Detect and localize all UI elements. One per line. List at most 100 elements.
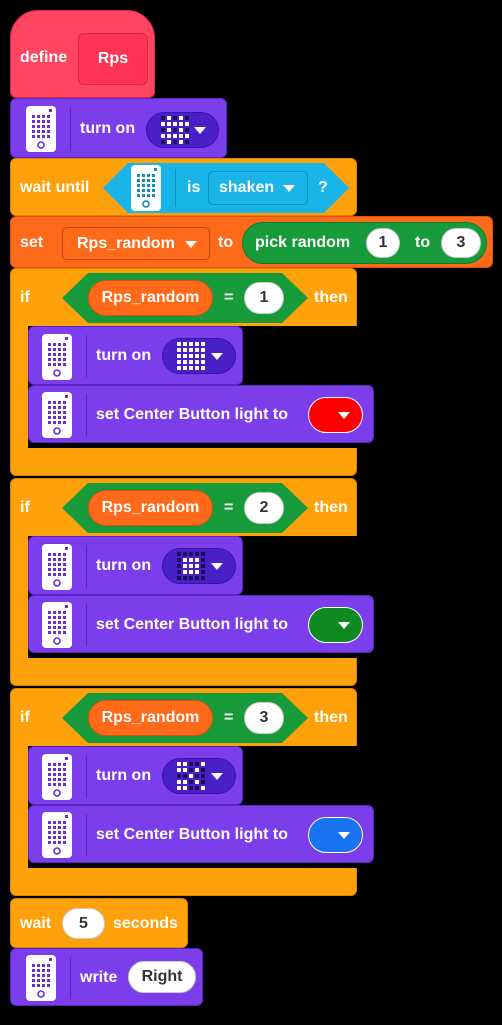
matrix-pixel bbox=[189, 366, 193, 370]
matrix-image bbox=[177, 762, 205, 790]
matrix-pixel bbox=[173, 140, 177, 144]
wait-until-block[interactable]: wait until is shaken ? bbox=[10, 158, 357, 216]
is-label: is bbox=[187, 179, 201, 196]
matrix-pixel bbox=[183, 786, 187, 790]
matrix-pixel bbox=[183, 576, 187, 580]
equals-operator[interactable]: Rps_random = 1 bbox=[62, 273, 308, 323]
matrix-pixel bbox=[189, 348, 193, 352]
gesture-dropdown[interactable]: shaken bbox=[208, 171, 308, 205]
matrix-pixel bbox=[173, 116, 177, 120]
matrix-pixel bbox=[189, 780, 193, 784]
equals-operator[interactable]: Rps_random = 2 bbox=[62, 483, 308, 533]
set-center-light-block[interactable]: set Center Button light to bbox=[28, 385, 374, 443]
procedure-name[interactable]: Rps bbox=[78, 33, 148, 85]
matrix-pixel bbox=[161, 134, 165, 138]
write-text-input[interactable]: Right bbox=[128, 961, 196, 993]
matrix-pixel bbox=[183, 366, 187, 370]
turn-on-block[interactable]: turn on bbox=[28, 746, 243, 805]
matrix-pixel bbox=[173, 128, 177, 132]
divider bbox=[70, 957, 71, 999]
set-center-light-block[interactable]: set Center Button light to bbox=[28, 595, 374, 653]
pick-random-block[interactable]: pick random 1 to 3 bbox=[242, 222, 487, 264]
matrix-pixel bbox=[185, 128, 189, 132]
matrix-pixel bbox=[183, 552, 187, 556]
seconds-input[interactable]: 5 bbox=[62, 908, 105, 939]
matrix-dropdown[interactable] bbox=[146, 112, 219, 148]
chevron-down-icon bbox=[283, 185, 295, 192]
compare-value-input[interactable]: 1 bbox=[244, 282, 284, 314]
if-header[interactable]: if Rps_random = 3 then bbox=[10, 688, 357, 746]
matrix-pixel bbox=[195, 762, 199, 766]
matrix-pixel bbox=[183, 762, 187, 766]
equals-sign: = bbox=[224, 289, 234, 306]
define-label: define bbox=[20, 49, 68, 66]
compare-value-input[interactable]: 3 bbox=[244, 702, 284, 734]
chevron-down-icon bbox=[211, 353, 223, 360]
matrix-pixel bbox=[195, 354, 199, 358]
chevron-down-icon bbox=[211, 563, 223, 570]
matrix-pixel bbox=[161, 140, 165, 144]
if-header[interactable]: if Rps_random = 2 then bbox=[10, 478, 357, 536]
equals-operator[interactable]: Rps_random = 3 bbox=[62, 693, 308, 743]
turn-on-block[interactable]: turn on bbox=[28, 536, 243, 595]
color-dropdown[interactable] bbox=[308, 817, 363, 853]
matrix-pixel bbox=[189, 552, 193, 556]
matrix-pixel bbox=[183, 342, 187, 346]
set-label: set bbox=[20, 234, 44, 251]
chevron-down-icon bbox=[338, 622, 350, 629]
write-block[interactable]: write Right bbox=[10, 948, 203, 1006]
matrix-pixel bbox=[201, 564, 205, 568]
matrix-pixel bbox=[201, 354, 205, 358]
color-dropdown[interactable] bbox=[308, 397, 363, 433]
matrix-pixel bbox=[195, 774, 199, 778]
matrix-pixel bbox=[185, 134, 189, 138]
matrix-pixel bbox=[185, 122, 189, 126]
matrix-pixel bbox=[173, 134, 177, 138]
write-label: write bbox=[80, 969, 118, 986]
divider bbox=[70, 107, 71, 151]
matrix-pixel bbox=[195, 780, 199, 784]
define-block[interactable]: define Rps bbox=[10, 10, 155, 98]
variable-reporter[interactable]: Rps_random bbox=[88, 490, 213, 526]
turn-on-block[interactable]: turn on bbox=[28, 326, 243, 385]
matrix-pixel bbox=[189, 342, 193, 346]
hub-icon bbox=[42, 334, 72, 380]
if-header[interactable]: if Rps_random = 1 then bbox=[10, 268, 357, 326]
random-min-input[interactable]: 1 bbox=[366, 228, 400, 258]
pick-random-label: pick random bbox=[255, 234, 351, 251]
set-variable-block[interactable]: set Rps_random to pick random 1 to 3 bbox=[10, 216, 493, 268]
matrix-pixel bbox=[195, 366, 199, 370]
matrix-dropdown[interactable] bbox=[162, 758, 236, 794]
divider bbox=[86, 814, 87, 856]
if-label: if bbox=[20, 709, 30, 726]
divider bbox=[86, 335, 87, 378]
set-center-light-block[interactable]: set Center Button light to bbox=[28, 805, 374, 863]
if-footer bbox=[10, 448, 357, 476]
color-dropdown[interactable] bbox=[308, 607, 363, 643]
matrix-pixel bbox=[177, 564, 181, 568]
variable-dropdown[interactable]: Rps_random bbox=[62, 227, 210, 260]
matrix-pixel bbox=[189, 570, 193, 574]
matrix-pixel bbox=[183, 348, 187, 352]
matrix-pixel bbox=[195, 564, 199, 568]
matrix-pixel bbox=[177, 348, 181, 352]
variable-reporter[interactable]: Rps_random bbox=[88, 700, 213, 736]
matrix-pixel bbox=[161, 122, 165, 126]
compare-value-input[interactable]: 2 bbox=[244, 492, 284, 524]
matrix-pixel bbox=[185, 140, 189, 144]
wait-seconds-block[interactable]: wait 5 seconds bbox=[10, 898, 188, 948]
matrix-pixel bbox=[183, 558, 187, 562]
variable-reporter[interactable]: Rps_random bbox=[88, 280, 213, 316]
chevron-down-icon bbox=[338, 412, 350, 419]
matrix-pixel bbox=[177, 354, 181, 358]
random-max-input[interactable]: 3 bbox=[441, 228, 481, 258]
turn-on-label: turn on bbox=[96, 347, 152, 364]
if-arm bbox=[10, 535, 28, 660]
chevron-down-icon bbox=[185, 240, 197, 248]
hub-gesture-sensor[interactable]: is shaken ? bbox=[103, 163, 349, 213]
matrix-pixel bbox=[201, 780, 205, 784]
matrix-dropdown[interactable] bbox=[162, 338, 236, 374]
turn-on-block[interactable]: turn on bbox=[10, 98, 227, 158]
wait-until-label: wait until bbox=[20, 179, 90, 196]
matrix-dropdown[interactable] bbox=[162, 548, 236, 584]
